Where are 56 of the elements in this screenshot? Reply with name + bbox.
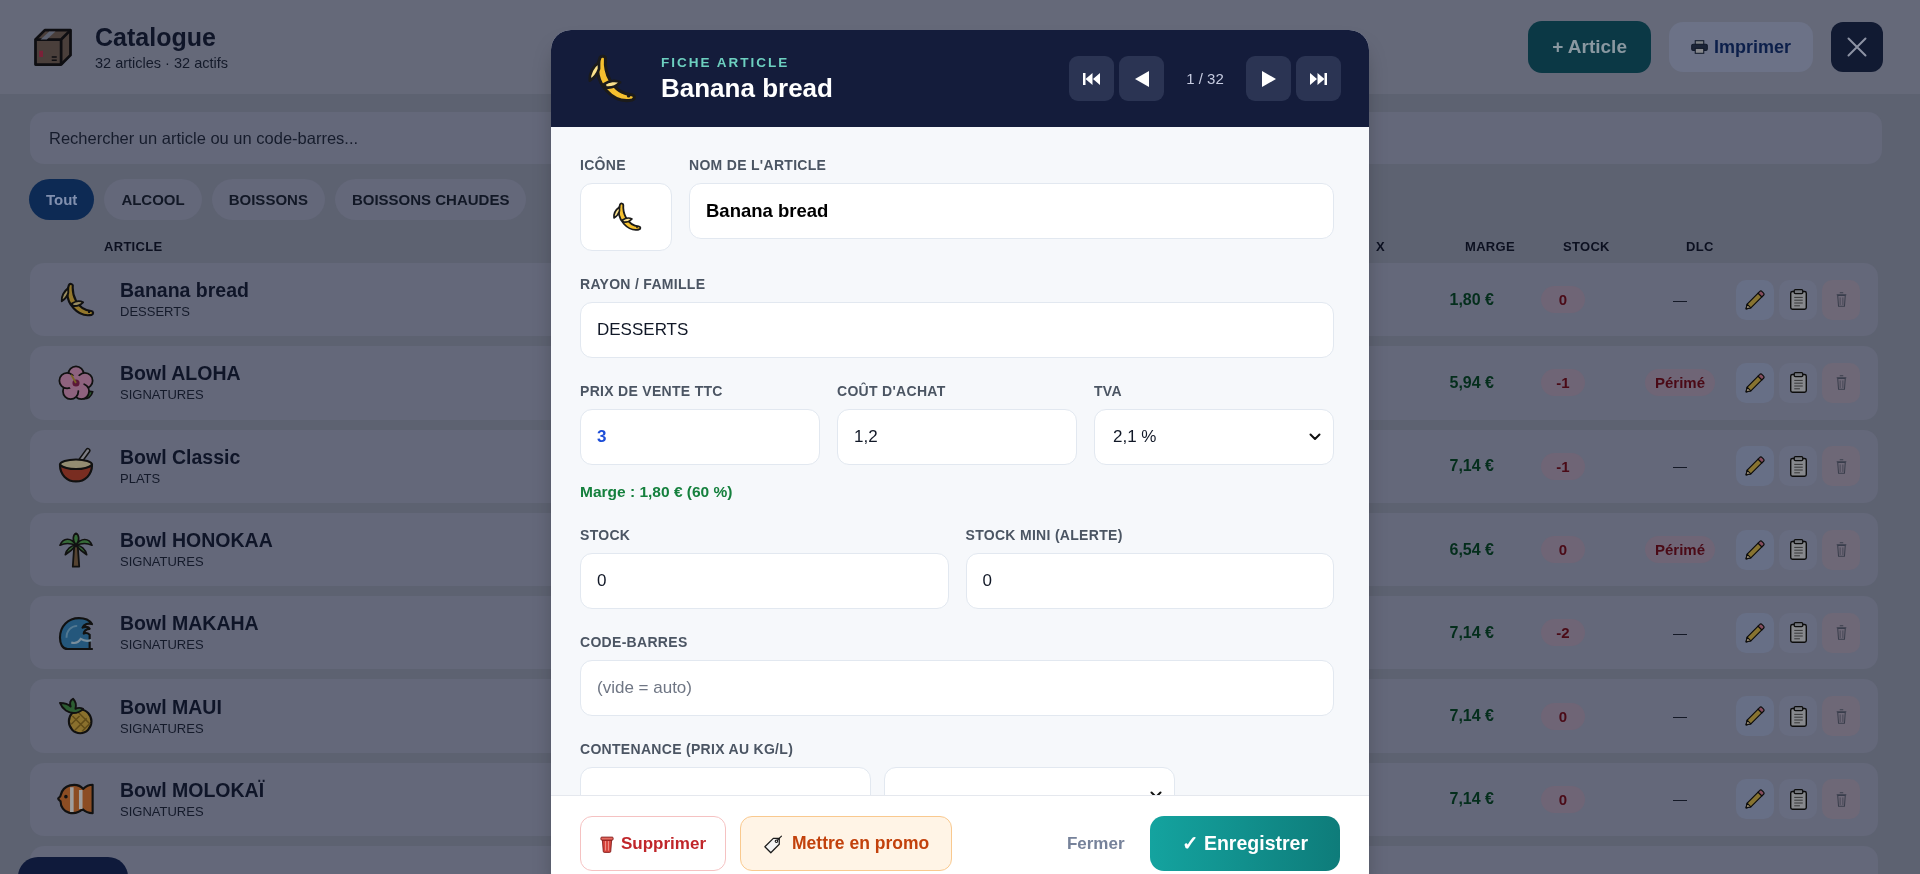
dlc-value: — (1673, 624, 1687, 641)
field-label: TVA (1094, 383, 1123, 399)
page-title: Catalogue (95, 22, 217, 52)
page-counter: 1 / 32 (1185, 70, 1225, 87)
column-header: STOCK (1563, 239, 1610, 254)
stock-badge: 0 (1541, 536, 1585, 564)
column-header: MARGE (1465, 239, 1515, 254)
stock-badge: 0 (1541, 286, 1585, 314)
field-label: RAYON / FAMILLE (580, 276, 707, 292)
margin-value: 7,14 € (1449, 790, 1494, 808)
article-name: Bowl HONOKAA (120, 529, 273, 553)
margin-value: 5,94 € (1449, 373, 1494, 391)
dlc-value: — (1673, 458, 1687, 475)
article-category: SIGNATURES (120, 803, 205, 820)
dialog-eyebrow: FICHE ARTICLE (661, 54, 791, 71)
stock-badge: -1 (1541, 369, 1585, 397)
field-label: NOM DE L'ARTICLE (689, 157, 828, 173)
margin-value: 6,54 € (1449, 540, 1494, 558)
dlc-value: — (1673, 791, 1687, 808)
article-category: SIGNATURES (120, 554, 205, 571)
expired-badge: Périmé (1644, 369, 1715, 397)
field-label: STOCK (580, 527, 632, 543)
dlc-value: — (1673, 708, 1687, 725)
margin-note: Marge : 1,80 € (60 %) (580, 483, 734, 501)
column-header: ARTICLE (104, 240, 163, 254)
field-label: CONTENANCE (PRIX AU KG/L) (580, 741, 795, 757)
margin-value: 7,14 € (1449, 457, 1494, 475)
article-name: Bowl MAUI (120, 695, 222, 719)
stock-badge: -1 (1541, 452, 1585, 480)
article-name: Bowl MOLOKAÏ (120, 778, 265, 802)
article-category: PLATS (120, 470, 162, 487)
margin-value: 7,14 € (1449, 623, 1494, 641)
article-name: Bowl Classic (120, 445, 241, 469)
article-category: SIGNATURES (120, 387, 205, 404)
page-subtitle: 32 articles · 32 actifs (95, 54, 228, 72)
field-label: CODE-BARRES (580, 634, 689, 650)
stock-badge: 0 (1541, 785, 1585, 813)
article-name: Bowl MAKAHA (120, 612, 259, 636)
expired-badge: Périmé (1644, 536, 1715, 564)
column-header: X (1376, 239, 1385, 254)
field-label: STOCK MINI (ALERTE) (965, 527, 1124, 543)
article-name: Bowl ALOHA (120, 362, 241, 386)
margin-value: 7,14 € (1449, 707, 1494, 725)
stock-badge: 0 (1541, 702, 1585, 730)
margin-value: 1,80 € (1449, 290, 1494, 308)
article-category: DESSERTS (120, 304, 191, 321)
field-label: PRIX DE VENTE TTC (580, 383, 724, 399)
article-name: Banana bread (120, 279, 249, 303)
dialog-title: Banana bread (661, 72, 833, 103)
column-header: DLC (1686, 239, 1714, 254)
article-category: SIGNATURES (120, 720, 205, 737)
field-label: ICÔNE (580, 157, 627, 173)
article-category: SIGNATURES (120, 637, 205, 654)
dlc-value: — (1673, 291, 1687, 308)
stock-badge: -2 (1541, 619, 1585, 647)
field-label: COÛT D'ACHAT (837, 383, 947, 399)
